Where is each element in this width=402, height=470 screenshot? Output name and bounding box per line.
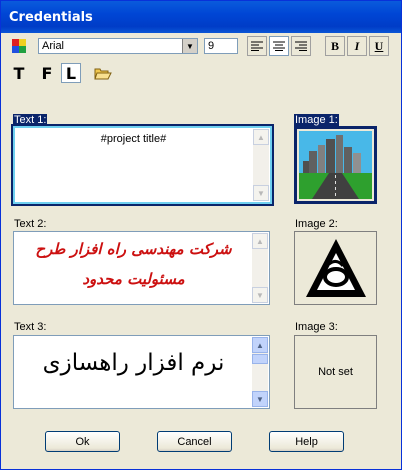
image2-box[interactable] — [294, 231, 377, 305]
scroll-up-icon[interactable]: ▲ — [252, 233, 268, 249]
scroll-down-icon[interactable]: ▼ — [252, 391, 268, 407]
image1-label: Image 1: — [294, 114, 339, 126]
line-mode-button[interactable]: L — [61, 63, 81, 83]
scroll-thumb[interactable] — [252, 354, 268, 364]
image3-label: Image 3: — [295, 321, 338, 333]
image1-box[interactable] — [294, 126, 377, 204]
image3-value: Not set — [318, 366, 353, 378]
city-road-image — [299, 131, 372, 199]
company-logo-image — [305, 239, 366, 297]
title-bar[interactable]: Credentials — [1, 1, 401, 33]
open-folder-icon — [94, 68, 112, 80]
scroll-up-icon[interactable]: ▲ — [253, 129, 269, 145]
align-right-icon — [295, 41, 307, 51]
text-mode-button[interactable]: T — [9, 63, 29, 83]
text1-value: #project title# — [100, 133, 167, 145]
text2-field[interactable]: شرکت مهندسی راه افزار طرح مسئولیت محدود … — [13, 231, 270, 305]
cancel-label: Cancel — [177, 435, 212, 448]
credentials-dialog: Credentials Arial ▼ 9 B I U T F L Text 1… — [0, 0, 402, 470]
align-left-button[interactable] — [247, 36, 267, 56]
text2-line1: شرکت مهندسی راه افزار طرح — [35, 240, 232, 258]
align-left-icon — [251, 41, 263, 51]
scroll-up-icon[interactable]: ▲ — [252, 337, 268, 353]
cancel-button[interactable]: Cancel — [157, 431, 232, 452]
text1-field[interactable]: #project title# ▲ ▼ — [11, 124, 274, 206]
italic-button[interactable]: I — [347, 36, 367, 56]
ok-label: Ok — [75, 435, 90, 448]
image2-label: Image 2: — [295, 218, 338, 230]
text3-field[interactable]: نرم افزار راهسازی ▲ ▼ — [13, 335, 270, 409]
ok-button[interactable]: Ok — [45, 431, 120, 452]
field-mode-button[interactable]: F — [37, 63, 57, 83]
font-size-value: 9 — [208, 40, 215, 52]
image3-box[interactable]: Not set — [294, 335, 377, 409]
text3-value: نرم افزار راهسازی — [42, 350, 225, 376]
align-center-button[interactable] — [269, 36, 289, 56]
help-button[interactable]: Help — [269, 431, 344, 452]
scroll-down-icon[interactable]: ▼ — [253, 185, 269, 201]
font-name-select[interactable]: Arial ▼ — [38, 38, 198, 54]
font-name-value: Arial — [42, 40, 65, 52]
bold-button[interactable]: B — [325, 36, 345, 56]
line-mode-label: L — [65, 63, 77, 83]
color-picker-icon[interactable] — [11, 38, 27, 54]
text3-label: Text 3: — [14, 321, 47, 333]
text2-line2: مسئولیت محدود — [82, 270, 185, 288]
text-mode-label: T — [13, 63, 25, 83]
bold-label: B — [330, 38, 339, 53]
window-title: Credentials — [9, 10, 93, 25]
text3-scrollbar[interactable]: ▲ ▼ — [252, 337, 268, 407]
text2-scrollbar[interactable]: ▲ ▼ — [252, 233, 268, 303]
align-right-button[interactable] — [291, 36, 311, 56]
align-center-icon — [273, 41, 285, 51]
underline-button[interactable]: U — [369, 36, 389, 56]
font-size-field[interactable]: 9 — [204, 38, 238, 54]
text1-label: Text 1: — [13, 114, 48, 126]
text2-label: Text 2: — [14, 218, 47, 230]
help-label: Help — [295, 435, 318, 448]
italic-label: I — [354, 38, 360, 53]
chevron-down-icon[interactable]: ▼ — [182, 39, 197, 53]
open-folder-button[interactable] — [93, 63, 113, 83]
underline-label: U — [374, 38, 384, 53]
text1-scrollbar[interactable]: ▲ ▼ — [253, 129, 269, 201]
field-mode-label: F — [41, 63, 53, 83]
scroll-down-icon[interactable]: ▼ — [252, 287, 268, 303]
